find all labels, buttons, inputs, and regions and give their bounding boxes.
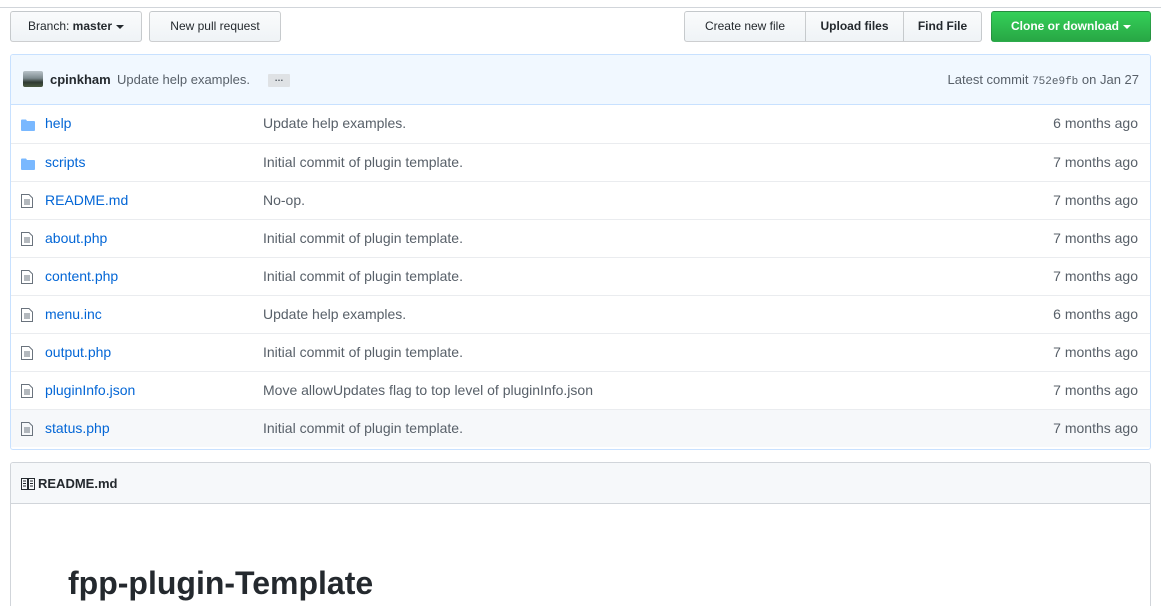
file-name-link[interactable]: README.md <box>45 192 128 208</box>
file-name-link[interactable]: content.php <box>45 268 118 284</box>
create-new-file-button[interactable]: Create new file <box>684 11 806 42</box>
file-age: 7 months ago <box>1053 192 1138 208</box>
file-row: about.php Initial commit of plugin templa… <box>11 219 1150 257</box>
upload-files-button[interactable]: Upload files <box>805 11 904 42</box>
readme-heading: fpp-plugin-Template <box>68 565 374 601</box>
file-age: 7 months ago <box>1053 230 1138 246</box>
file-row: pluginInfo.json Move allowUpdates flag to… <box>11 371 1150 409</box>
file-icon <box>21 232 35 246</box>
file-age: 6 months ago <box>1053 306 1138 322</box>
clone-or-download-button[interactable]: Clone or download <box>991 11 1151 42</box>
file-icon <box>21 308 35 322</box>
file-row: help Update help examples. 6 months ago <box>11 105 1150 143</box>
file-name-link[interactable]: output.php <box>45 344 111 360</box>
book-icon <box>21 478 35 490</box>
branch-prefix: Branch: <box>27 19 73 33</box>
file-commit-message-link[interactable]: Initial commit of plugin template. <box>263 154 463 170</box>
file-age: 7 months ago <box>1053 268 1138 284</box>
readme-title: README.md <box>38 476 118 491</box>
new-pull-request-button[interactable]: New pull request <box>149 11 281 42</box>
avatar[interactable] <box>23 71 43 87</box>
file-row: content.php Initial commit of plugin temp… <box>11 257 1150 295</box>
commit-date: on Jan 27 <box>1078 72 1139 87</box>
top-divider <box>0 7 1161 8</box>
file-row: scripts Initial commit of plugin template… <box>11 143 1150 181</box>
readme-header: README.md <box>11 463 1150 504</box>
file-list: cpinkham Update help examples. … Latest … <box>10 54 1151 450</box>
file-age: 7 months ago <box>1053 344 1138 360</box>
file-commit-message-link[interactable]: Initial commit of plugin template. <box>263 230 463 246</box>
branch-select-button[interactable]: Branch: master <box>10 11 142 42</box>
file-icon <box>21 346 35 360</box>
commit-expand-button[interactable]: … <box>268 74 290 87</box>
file-commit-message-link[interactable]: Update help examples. <box>263 115 406 131</box>
readme-panel: README.md fpp-plugin-Template <box>10 462 1151 606</box>
file-row: README.md No-op. 7 months ago <box>11 181 1150 219</box>
file-age: 7 months ago <box>1053 420 1138 436</box>
folder-icon <box>21 118 35 132</box>
file-icon <box>21 384 35 398</box>
caret-down-icon <box>116 24 125 29</box>
latest-commit-info: Latest commit 752e9fb on Jan 27 <box>948 72 1139 88</box>
file-commit-message-link[interactable]: No-op. <box>263 192 305 208</box>
branch-name: master <box>72 19 113 33</box>
file-name-link[interactable]: about.php <box>45 230 107 246</box>
find-file-button[interactable]: Find File <box>903 11 982 42</box>
file-navigation-toolbar: Branch: master New pull request Create n… <box>10 11 1151 43</box>
file-icon <box>21 270 35 284</box>
file-row: status.php Initial commit of plugin templ… <box>11 409 1150 447</box>
file-age: 6 months ago <box>1053 115 1138 131</box>
file-commit-message-link[interactable]: Initial commit of plugin template. <box>263 420 463 436</box>
commit-sha-link[interactable]: 752e9fb <box>1032 76 1078 88</box>
file-rows: help Update help examples. 6 months ago scr… <box>11 105 1150 447</box>
file-commit-message-link[interactable]: Initial commit of plugin template. <box>263 344 463 360</box>
folder-icon <box>21 157 35 171</box>
file-commit-message-link[interactable]: Move allowUpdates flag to top level of p… <box>263 382 593 398</box>
file-age: 7 months ago <box>1053 154 1138 170</box>
file-name-link[interactable]: scripts <box>45 154 85 170</box>
file-row: menu.inc Update help examples. 6 months ag… <box>11 295 1150 333</box>
commit-author-link[interactable]: cpinkham <box>50 72 111 87</box>
file-commit-message-link[interactable]: Update help examples. <box>263 306 406 322</box>
file-name-link[interactable]: pluginInfo.json <box>45 382 135 398</box>
file-name-link[interactable]: status.php <box>45 420 110 436</box>
file-icon <box>21 422 35 436</box>
file-icon <box>21 194 35 208</box>
file-age: 7 months ago <box>1053 382 1138 398</box>
file-name-link[interactable]: menu.inc <box>45 306 102 322</box>
clone-label: Clone or download <box>1011 19 1119 33</box>
file-commit-message-link[interactable]: Initial commit of plugin template. <box>263 268 463 284</box>
file-name-link[interactable]: help <box>45 115 71 131</box>
commit-message-link[interactable]: Update help examples. <box>117 72 250 87</box>
caret-down-icon <box>1123 24 1131 29</box>
latest-commit-bar: cpinkham Update help examples. … Latest … <box>11 55 1150 105</box>
file-row: output.php Initial commit of plugin templ… <box>11 333 1150 371</box>
latest-commit-prefix: Latest commit <box>947 72 1033 87</box>
